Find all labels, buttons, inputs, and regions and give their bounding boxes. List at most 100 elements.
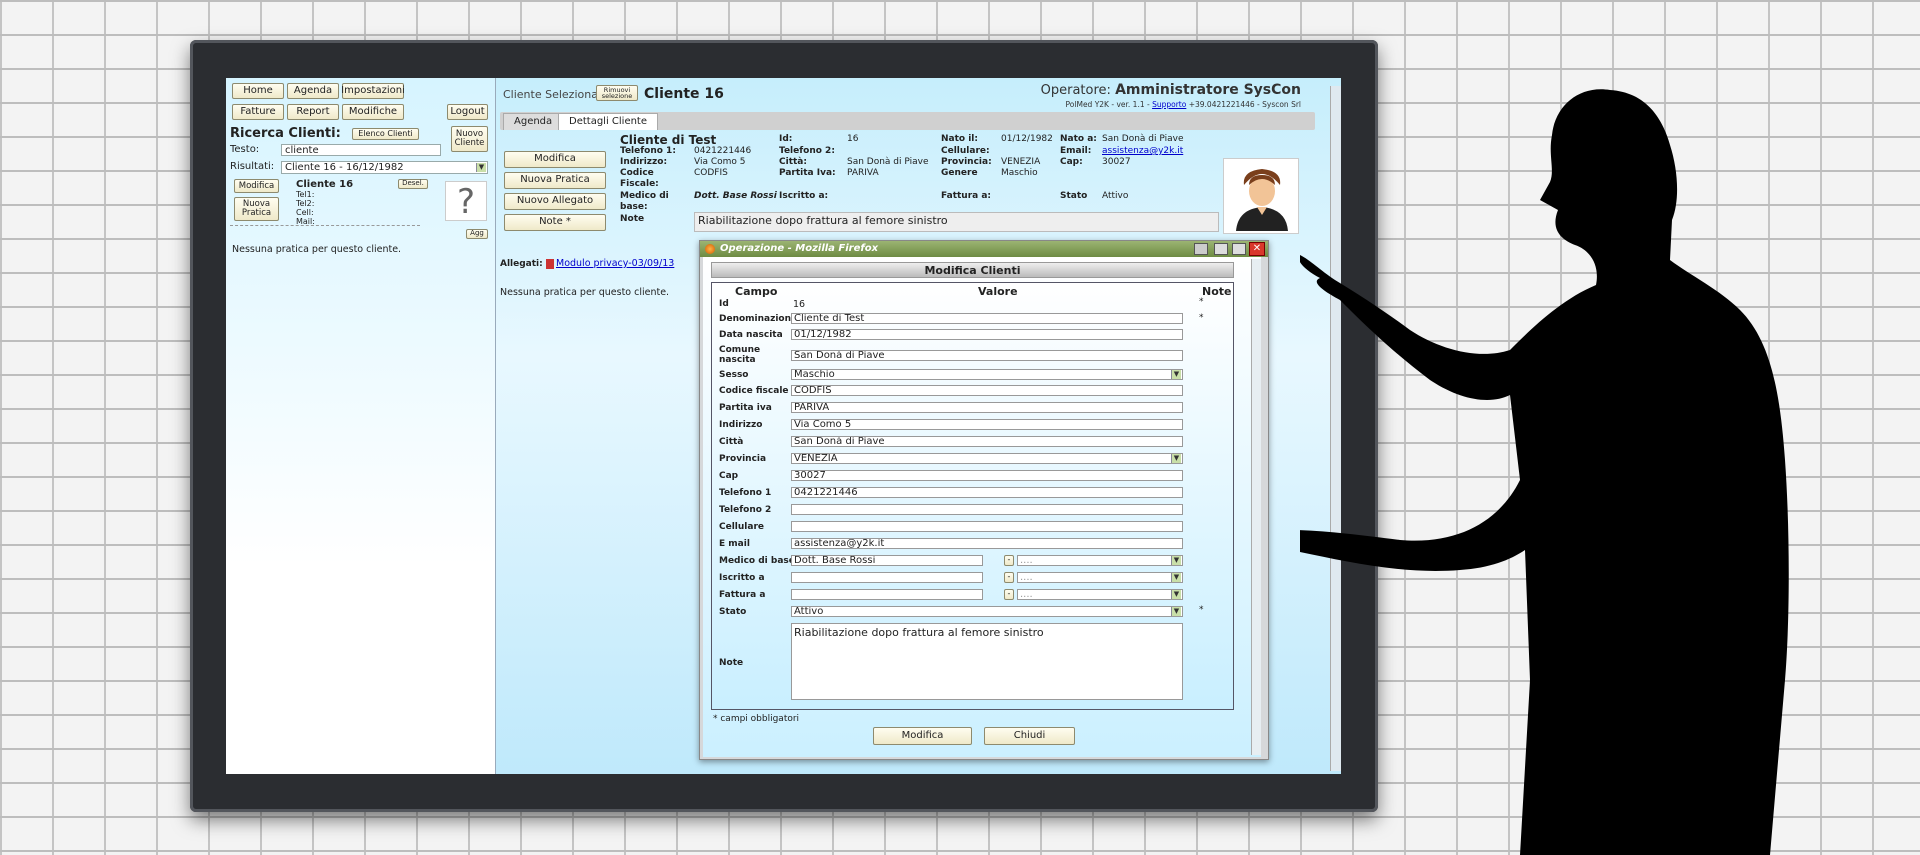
nuovo-cliente-button[interactable]: Nuovo Cliente	[451, 126, 488, 152]
report-button[interactable]: Report	[287, 104, 339, 120]
iscritto-select-value: ....	[1020, 572, 1033, 583]
firefox-icon	[705, 244, 715, 254]
iscritto-select[interactable]: .... ▼	[1017, 572, 1183, 583]
telefono-2-input[interactable]	[791, 504, 1183, 515]
stato-value: Attivo	[1102, 191, 1129, 201]
tab-agenda[interactable]: Agenda	[503, 113, 564, 130]
dialog-modifica-button[interactable]: Modifica	[873, 727, 972, 745]
iscritto-label: Iscritto a:	[779, 191, 829, 201]
dialog-title: Operazione - Mozilla Firefox	[720, 243, 879, 254]
selected-client-name: Cliente 16	[644, 86, 724, 102]
cf-label: Codice Fiscale:	[620, 168, 659, 189]
telefono-1-input[interactable]: 0421221446	[791, 487, 1183, 498]
cap-input[interactable]: 30027	[791, 470, 1183, 481]
genere-value: Maschio	[1001, 168, 1038, 178]
nuovo-allegato-button[interactable]: Nuovo Allegato	[504, 193, 606, 210]
card-divider	[230, 225, 420, 226]
logout-button[interactable]: Logout	[447, 104, 488, 120]
provincia-value: VENEZIA	[794, 453, 838, 464]
testo-input[interactable]: cliente	[281, 144, 441, 156]
allegato-link[interactable]: Modulo privacy-03/09/13	[546, 258, 674, 269]
elenco-clienti-button[interactable]: Elenco Clienti	[352, 128, 419, 140]
col-note: Note	[1202, 285, 1232, 298]
nuova-pratica-button[interactable]: Nuova Pratica	[504, 172, 606, 189]
desel-button[interactable]: Desel.	[398, 179, 428, 189]
email-link[interactable]: assistenza@y2k.it	[1102, 146, 1183, 156]
agg-button[interactable]: Agg	[466, 229, 488, 239]
note-textarea[interactable]: Riabilitazione dopo frattura al femore s…	[791, 623, 1183, 700]
detail-title: Cliente di Test	[620, 133, 717, 147]
presenter-silhouette	[1300, 89, 1789, 855]
comune-nascita-input[interactable]: San Donà di Piave	[791, 350, 1183, 361]
home-button[interactable]: Home	[232, 83, 284, 99]
label-telefono-2: Telefono 2	[719, 505, 772, 515]
tab-dettagli-cliente[interactable]: Dettagli Cliente	[558, 113, 659, 130]
medico-select[interactable]: .... ▼	[1017, 555, 1183, 566]
phone-text: +39.0421221446 - Syscon Srl	[1186, 100, 1301, 109]
iscritto-input[interactable]	[791, 572, 983, 583]
required-note: * campi obbligatori	[713, 714, 800, 724]
medico-input[interactable]: Dott. Base Rossi	[791, 555, 983, 566]
email-label: Email:	[1060, 146, 1092, 156]
dialog-heading: Modifica Clienti	[711, 262, 1234, 278]
partita-iva-input[interactable]: PARIVA	[791, 402, 1183, 413]
tab-bar: Agenda Dettagli Cliente	[500, 112, 1315, 130]
medico-value: Dott. Base Rossi	[694, 191, 777, 201]
medico-clear-button[interactable]: -	[1004, 555, 1014, 566]
fattura-select[interactable]: .... ▼	[1017, 589, 1183, 600]
piva-value: PARIVA	[847, 168, 879, 178]
label-fattura-a: Fattura a	[719, 590, 766, 600]
dialog-chiudi-button[interactable]: Chiudi	[984, 727, 1075, 745]
chevron-down-icon: ▼	[1171, 590, 1181, 599]
label-provincia: Provincia	[719, 454, 767, 464]
restore-icon[interactable]	[1194, 243, 1208, 255]
label-note: Note	[719, 658, 744, 668]
risultati-select[interactable]: Cliente 16 - 16/12/1982 ▼	[281, 161, 488, 174]
sesso-select[interactable]: Maschio ▼	[791, 369, 1183, 380]
impostazioni-button[interactable]: Impostazioni	[341, 83, 405, 99]
citta-label: Città:	[779, 157, 807, 167]
nato-il-value: 01/12/1982	[1001, 134, 1053, 144]
card-client-name: Cliente 16	[296, 179, 354, 190]
indirizzo-value: Via Como 5	[694, 157, 746, 167]
risultati-label: Risultati:	[230, 161, 275, 172]
citta-value: San Donà di Piave	[847, 157, 929, 167]
star-stato: *	[1199, 605, 1204, 615]
fattura-clear-button[interactable]: -	[1004, 589, 1014, 600]
cellulare-input[interactable]	[791, 521, 1183, 532]
denominazione-input[interactable]: Cliente di Test	[791, 313, 1183, 324]
data-nascita-input[interactable]: 01/12/1982	[791, 329, 1183, 340]
chevron-down-icon: ▼	[1171, 556, 1181, 565]
provincia-select[interactable]: VENEZIA ▼	[791, 453, 1183, 464]
citta-input[interactable]: San Donà di Piave	[791, 436, 1183, 447]
modifica-button[interactable]: Modifica	[504, 151, 606, 168]
id-value: 16	[847, 134, 859, 144]
fatture-button[interactable]: Fatture	[232, 104, 284, 120]
email-input[interactable]: assistenza@y2k.it	[791, 538, 1183, 549]
codice-fiscale-input[interactable]: CODFIS	[791, 385, 1183, 396]
maximize-icon[interactable]	[1232, 243, 1246, 255]
stato-label: Stato	[1060, 191, 1088, 201]
fattura-select-value: ....	[1020, 589, 1033, 600]
indirizzo-input[interactable]: Via Como 5	[791, 419, 1183, 430]
modifiche-button[interactable]: Modifiche	[342, 104, 404, 120]
cap-label: Cap:	[1060, 157, 1083, 167]
stato-select[interactable]: Attivo ▼	[791, 606, 1183, 617]
close-icon[interactable]: ✕	[1249, 242, 1265, 256]
rimuovi-selezione-button[interactable]: Rimuovi selezione	[596, 85, 638, 101]
form-table: Campo Valore Note Id 16 * Denominazione …	[711, 282, 1234, 710]
fattura-input[interactable]	[791, 589, 983, 600]
minimize-icon[interactable]	[1214, 243, 1228, 255]
card-modifica-button[interactable]: Modifica	[234, 179, 279, 193]
client-avatar	[1223, 158, 1299, 234]
agenda-button[interactable]: Agenda	[287, 83, 339, 99]
iscritto-clear-button[interactable]: -	[1004, 572, 1014, 583]
dialog-scrollbar[interactable]	[1251, 259, 1261, 755]
note-button[interactable]: Note *	[504, 214, 606, 231]
card-nuova-pratica-button[interactable]: Nuova Pratica	[234, 197, 279, 221]
indirizzo-label: Indirizzo:	[620, 157, 668, 167]
pdf-icon	[546, 258, 554, 269]
fattura-label: Fattura a:	[941, 191, 992, 201]
label-data-nascita: Data nascita	[719, 330, 783, 340]
support-link[interactable]: Supporto	[1152, 100, 1186, 109]
